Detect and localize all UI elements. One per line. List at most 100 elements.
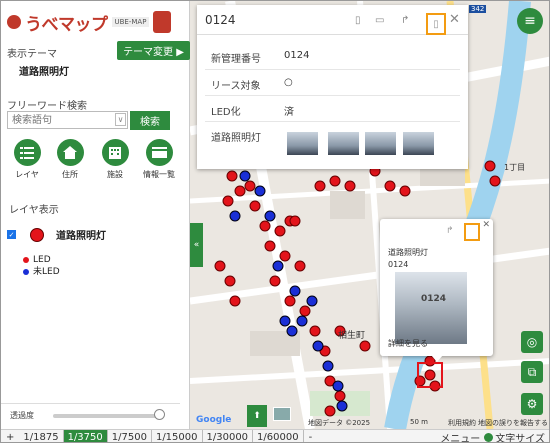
row-label: LED化 (211, 107, 241, 118)
detail-panel: 0124 ▯ ▭ ↱ ▯ ✕ 新管理番号 0124 リース対象 ○ LED化 済… (197, 5, 468, 169)
popup-subtitle: 0124 (388, 260, 409, 269)
chevron-down-icon[interactable]: ∨ (115, 113, 126, 126)
text-size-link[interactable]: 文字サイズ (484, 430, 549, 443)
layer-dot-icon (30, 227, 44, 242)
logo[interactable]: うべマップ UBE-MAP (7, 7, 183, 37)
plus-circle-icon (484, 432, 494, 442)
row-value: 済 (284, 107, 294, 118)
legend-item: 未LED (23, 266, 60, 278)
layer-checkbox[interactable]: ✓ (7, 230, 16, 239)
scale-option[interactable]: 1/15000 (152, 429, 203, 442)
collapse-sidebar-button[interactable]: « (190, 223, 203, 267)
building-icon (101, 139, 129, 166)
photo-thumbnail[interactable] (403, 132, 434, 155)
zoom-minus-icon[interactable]: - (304, 432, 318, 443)
theme-change-button[interactable]: テーマ変更 ▶ (117, 41, 190, 60)
led-dot-icon (23, 257, 29, 263)
photo-thumbnail[interactable] (365, 132, 396, 155)
locate-icon[interactable]: ◎ (521, 331, 543, 353)
photo-thumbnail[interactable] (287, 132, 318, 155)
detail-link[interactable]: 詳細を見る (388, 338, 428, 349)
non-led-dot-icon (23, 269, 29, 275)
close-icon[interactable]: ✕ (482, 220, 490, 230)
zoom-plus-icon[interactable]: + (1, 432, 19, 443)
opacity-control: 透過度 (1, 403, 180, 425)
search-input[interactable] (7, 111, 128, 129)
map-footer: Google 地図データ ©2025 50 m 利用規約 地図の誤りを報告する (190, 415, 549, 429)
close-icon[interactable]: ✕ (449, 12, 460, 27)
photo-thumbnail[interactable] (328, 132, 359, 155)
row-divider (205, 121, 460, 122)
map-popup: ✕ ↱ 道路照明灯 0124 0124 詳細を見る (380, 219, 493, 356)
layers-copy-icon[interactable]: ⧉ (521, 361, 543, 383)
street-view-button[interactable]: ⬆ (247, 405, 267, 427)
terms-link[interactable]: 利用規約 (448, 418, 476, 428)
opacity-label: 透過度 (10, 411, 34, 420)
scale-option[interactable]: 1/60000 (253, 429, 304, 442)
tool-info-list[interactable]: 情報一覧 (139, 139, 179, 180)
list-icon (13, 139, 41, 166)
row-value: ○ (284, 77, 293, 88)
tool-label: レイヤ (15, 170, 39, 179)
layer-title: レイヤ表示 (9, 205, 59, 216)
detail-panel-header: 0124 ▯ ▭ ↱ ▯ ✕ (197, 5, 468, 35)
tool-facility[interactable]: 施設 (95, 139, 135, 180)
popup-title: 道路照明灯 (388, 248, 428, 257)
theme-value: 道路照明灯 (19, 67, 69, 78)
detail-title: 0124 (205, 13, 236, 27)
legend-item: LED (23, 254, 60, 266)
logo-text: うべマップ (25, 14, 108, 35)
map-label-aioi: 相生町 (338, 331, 366, 341)
search-button[interactable]: 検索 (130, 111, 170, 130)
legend: LED 未LED (23, 254, 60, 278)
opacity-slider-handle[interactable] (154, 409, 165, 420)
tool-address[interactable]: 住所 (50, 139, 90, 180)
app-frame: 相生町 1丁目 342 Google 地図データ ©2025 50 m 利用規約… (0, 0, 550, 443)
scale-text: 50 m (410, 418, 428, 426)
hamburger-menu-icon[interactable]: ≡ (517, 8, 543, 34)
logo-icon (7, 15, 21, 29)
row-label: 道路照明灯 (211, 133, 261, 144)
tool-label: 情報一覧 (143, 170, 175, 179)
sidebar: うべマップ UBE-MAP 表示テーマ テーマ変更 ▶ 道路照明灯 フリーワード… (1, 1, 190, 442)
share-icon[interactable]: ↱ (446, 226, 454, 236)
clip-icon[interactable]: ▯ (426, 13, 446, 35)
row-divider (205, 95, 460, 96)
logo-sub: UBE-MAP (111, 17, 150, 27)
share-icon[interactable]: ↱ (401, 15, 409, 26)
map-type-thumbnail[interactable] (273, 407, 291, 421)
tool-row: レイヤ 住所 施設 情報一覧 (1, 139, 190, 189)
theme-label: 表示テーマ (7, 49, 57, 60)
tool-layer[interactable]: レイヤ (7, 139, 47, 180)
scale-option[interactable]: 1/30000 (203, 429, 254, 442)
scale-option[interactable]: 1/7500 (108, 429, 152, 442)
row-value: 0124 (284, 50, 310, 61)
row-label: リース対象 (211, 81, 261, 92)
legend-label: LED (33, 255, 51, 265)
map-label-chome: 1丁目 (504, 163, 526, 172)
popup-photo[interactable]: 0124 (395, 272, 467, 344)
layer-row: ✓ 道路照明灯 (7, 227, 106, 242)
card-icon (145, 139, 173, 166)
attribution: 地図データ ©2025 (308, 419, 371, 427)
tool-label: 施設 (107, 170, 123, 179)
legend-label: 未LED (33, 267, 60, 277)
text-size-label: 文字サイズ (495, 433, 545, 443)
menu-link[interactable]: メニュー (440, 430, 484, 443)
mascot-icon (153, 11, 172, 33)
scale-option-active[interactable]: 1/3750 (63, 429, 108, 442)
map-label-route: 342 (469, 5, 487, 13)
scale-option[interactable]: 1/1875 (19, 429, 64, 442)
document-icon[interactable]: ▯ (355, 15, 361, 26)
gear-icon[interactable]: ⚙ (521, 393, 543, 415)
card-icon[interactable]: ▭ (375, 15, 384, 26)
scale-bar: + 1/1875 1/3750 1/7500 1/15000 1/30000 1… (1, 429, 549, 443)
freeword-label: フリーワード検索 (7, 101, 87, 112)
report-link[interactable]: 地図の誤りを報告する (478, 418, 548, 428)
popup-pointer (431, 355, 443, 362)
google-logo: Google (196, 415, 232, 425)
clip-icon[interactable] (464, 223, 480, 241)
opacity-slider-track[interactable] (53, 414, 160, 418)
tool-label: 住所 (62, 170, 78, 179)
row-label: 新管理番号 (211, 54, 261, 65)
